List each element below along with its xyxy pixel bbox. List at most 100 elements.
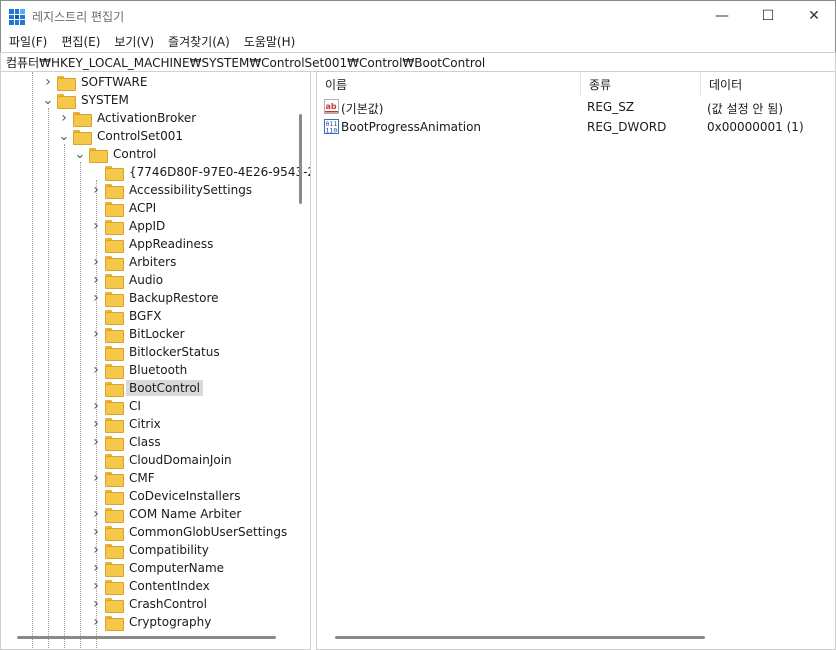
key-tree-pane[interactable]: › SOFTWARE ⌄ SYSTEM › ActivationBroker ⌄ Contro… xyxy=(0,72,311,650)
chevron-right-icon[interactable]: › xyxy=(90,182,102,198)
tree-item[interactable]: ACPI xyxy=(90,199,159,217)
folder-icon xyxy=(105,561,124,577)
value-row[interactable]: ab (기본값) REG_SZ (값 설정 안 됨) xyxy=(317,97,836,117)
chevron-right-icon[interactable]: › xyxy=(90,524,102,540)
tree-item[interactable]: › Class xyxy=(90,433,164,451)
chevron-right-icon[interactable]: › xyxy=(90,542,102,558)
tree-item[interactable]: › Arbiters xyxy=(90,253,179,271)
tree-horizontal-scrollbar[interactable] xyxy=(17,636,276,639)
chevron-down-icon[interactable]: ⌄ xyxy=(42,93,54,108)
address-bar[interactable]: 컴퓨터₩HKEY_LOCAL_MACHINE₩SYSTEM₩ControlSet… xyxy=(0,52,836,72)
tree-item[interactable]: ⌄ SYSTEM xyxy=(42,91,132,109)
tree-item[interactable]: BGFX xyxy=(90,307,164,325)
tree-item[interactable]: BitlockerStatus xyxy=(90,343,223,361)
chevron-right-icon[interactable]: › xyxy=(90,614,102,630)
value-row[interactable]: 011 110 BootProgressAnimation REG_DWORD … xyxy=(317,117,836,137)
tree-item-label: Citrix xyxy=(129,417,161,431)
tree-item-label: BackupRestore xyxy=(129,291,219,305)
chevron-right-icon[interactable]: › xyxy=(90,470,102,486)
tree-item[interactable]: ⌄ Control xyxy=(74,145,159,163)
binary-value-icon: 011 110 xyxy=(324,119,339,134)
chevron-right-icon[interactable]: › xyxy=(90,578,102,594)
tree-item-label: SYSTEM xyxy=(81,93,129,107)
tree-item[interactable]: › CI xyxy=(90,397,144,415)
tree-item[interactable]: › AccessibilitySettings xyxy=(90,181,255,199)
folder-icon xyxy=(105,579,124,595)
chevron-right-icon[interactable]: › xyxy=(90,398,102,414)
tree-item-label: ContentIndex xyxy=(129,579,210,593)
tree-guide-line xyxy=(48,108,49,649)
tree-item-label: ACPI xyxy=(129,201,157,215)
menu-file[interactable]: 파일(F) xyxy=(5,33,51,50)
tree-item[interactable]: › ActivationBroker xyxy=(58,109,199,127)
tree-item[interactable]: › Citrix xyxy=(90,415,164,433)
tree-item[interactable]: › Compatibility xyxy=(90,541,212,559)
chevron-right-icon[interactable]: › xyxy=(90,254,102,270)
tree-item-label: BitLocker xyxy=(129,327,185,341)
tree-item[interactable]: CloudDomainJoin xyxy=(90,451,235,469)
chevron-right-icon[interactable]: › xyxy=(90,272,102,288)
value-data: 0x00000001 (1) xyxy=(707,120,804,134)
chevron-right-icon[interactable]: › xyxy=(58,110,70,126)
tree-item[interactable]: › COM Name Arbiter xyxy=(90,505,244,523)
tree-item-label: CommonGlobUserSettings xyxy=(129,525,288,539)
tree-item-label: BitlockerStatus xyxy=(129,345,220,359)
column-header-data[interactable]: 데이터 xyxy=(701,72,836,96)
tree-item[interactable]: BootControl xyxy=(90,379,203,397)
maximize-button[interactable]: ☐ xyxy=(745,1,791,31)
tree-item[interactable]: ⌄ ControlSet001 xyxy=(58,127,186,145)
menu-edit[interactable]: 편집(E) xyxy=(57,33,104,50)
svg-text:110: 110 xyxy=(326,127,338,135)
tree-item[interactable]: AppReadiness xyxy=(90,235,216,253)
values-list-pane[interactable]: 이름 종류 데이터 ab (기본값) REG_SZ (값 설정 안 됨) 011… xyxy=(316,72,836,650)
tree-item[interactable]: › CMF xyxy=(90,469,158,487)
tree-item[interactable]: › Bluetooth xyxy=(90,361,190,379)
chevron-right-icon[interactable]: › xyxy=(42,74,54,90)
tree-item[interactable]: › CommonGlobUserSettings xyxy=(90,523,290,541)
folder-icon xyxy=(105,309,124,325)
chevron-right-icon[interactable]: › xyxy=(90,290,102,306)
tree-item[interactable]: › SOFTWARE xyxy=(42,73,150,91)
chevron-right-icon[interactable]: › xyxy=(90,560,102,576)
title-bar: 레지스트리 편집기 — ☐ ✕ xyxy=(0,0,836,30)
values-horizontal-scrollbar[interactable] xyxy=(335,636,705,639)
column-header-name[interactable]: 이름 xyxy=(317,72,581,96)
tree-item-label: Bluetooth xyxy=(129,363,188,377)
tree-vertical-scrollbar[interactable] xyxy=(299,114,302,204)
tree-item-label: {7746D80F-97E0-4E26-9543-2 xyxy=(129,165,311,179)
tree-item[interactable]: › Audio xyxy=(90,271,166,289)
chevron-right-icon[interactable]: › xyxy=(90,434,102,450)
folder-icon xyxy=(73,129,92,145)
folder-icon xyxy=(105,183,124,199)
chevron-right-icon[interactable]: › xyxy=(90,416,102,432)
menu-view[interactable]: 보기(V) xyxy=(110,33,158,50)
close-button[interactable]: ✕ xyxy=(791,1,836,31)
tree-item[interactable]: › CrashControl xyxy=(90,595,210,613)
tree-item[interactable]: › ComputerName xyxy=(90,559,227,577)
column-header-type[interactable]: 종류 xyxy=(581,72,701,96)
chevron-right-icon[interactable]: › xyxy=(90,218,102,234)
menu-favorites[interactable]: 즐겨찾기(A) xyxy=(164,33,234,50)
minimize-button[interactable]: — xyxy=(699,1,745,31)
chevron-right-icon[interactable]: › xyxy=(90,596,102,612)
chevron-right-icon[interactable]: › xyxy=(90,506,102,522)
folder-icon xyxy=(105,255,124,271)
folder-icon xyxy=(105,345,124,361)
tree-item[interactable]: › ContentIndex xyxy=(90,577,213,595)
chevron-right-icon[interactable]: › xyxy=(90,326,102,342)
chevron-down-icon[interactable]: ⌄ xyxy=(58,129,70,144)
tree-item[interactable]: › Cryptography xyxy=(90,613,214,631)
menu-help[interactable]: 도움말(H) xyxy=(240,33,300,50)
tree-item-label: Cryptography xyxy=(129,615,212,629)
string-value-icon: ab xyxy=(324,99,339,114)
folder-icon xyxy=(105,273,124,289)
chevron-down-icon[interactable]: ⌄ xyxy=(74,147,86,162)
chevron-right-icon[interactable]: › xyxy=(90,362,102,378)
tree-item-label: AppReadiness xyxy=(129,237,214,251)
tree-item[interactable]: CoDeviceInstallers xyxy=(90,487,243,505)
tree-item[interactable]: {7746D80F-97E0-4E26-9543-2 xyxy=(90,163,311,181)
tree-item[interactable]: › BackupRestore xyxy=(90,289,222,307)
tree-item[interactable]: › AppID xyxy=(90,217,168,235)
tree-item[interactable]: › BitLocker xyxy=(90,325,188,343)
folder-icon xyxy=(73,111,92,127)
